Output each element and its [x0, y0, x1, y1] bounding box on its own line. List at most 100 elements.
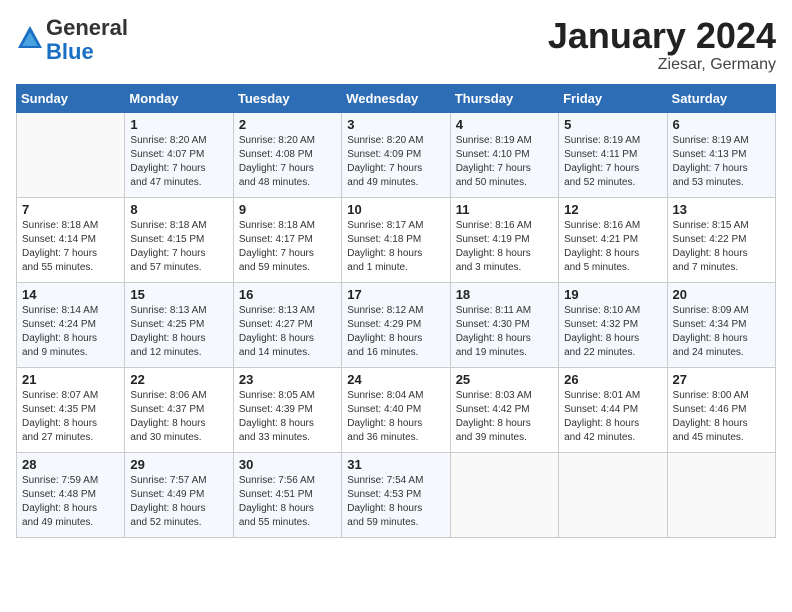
header-day-tuesday: Tuesday	[233, 84, 341, 112]
day-number: 22	[130, 372, 227, 387]
day-info: Sunrise: 8:18 AM Sunset: 4:17 PM Dayligh…	[239, 219, 336, 275]
day-info: Sunrise: 8:16 AM Sunset: 4:19 PM Dayligh…	[456, 219, 553, 275]
day-number: 20	[673, 287, 770, 302]
calendar-cell: 22 Sunrise: 8:06 AM Sunset: 4:37 PM Dayli…	[125, 367, 233, 452]
day-number: 2	[239, 117, 336, 132]
day-info: Sunrise: 8:20 AM Sunset: 4:07 PM Dayligh…	[130, 134, 227, 190]
day-info: Sunrise: 7:59 AM Sunset: 4:48 PM Dayligh…	[22, 474, 119, 530]
header-day-sunday: Sunday	[17, 84, 125, 112]
calendar-cell: 15 Sunrise: 8:13 AM Sunset: 4:25 PM Dayli…	[125, 282, 233, 367]
day-number: 11	[456, 202, 553, 217]
day-info: Sunrise: 8:04 AM Sunset: 4:40 PM Dayligh…	[347, 389, 444, 445]
calendar-table: SundayMondayTuesdayWednesdayThursdayFrid…	[16, 84, 776, 538]
header-day-friday: Friday	[559, 84, 667, 112]
day-number: 4	[456, 117, 553, 132]
calendar-cell: 5 Sunrise: 8:19 AM Sunset: 4:11 PM Daylig…	[559, 112, 667, 197]
day-number: 9	[239, 202, 336, 217]
logo-general-text: General	[46, 15, 128, 40]
day-number: 13	[673, 202, 770, 217]
day-number: 5	[564, 117, 661, 132]
calendar-cell: 26 Sunrise: 8:01 AM Sunset: 4:44 PM Dayli…	[559, 367, 667, 452]
calendar-cell: 1 Sunrise: 8:20 AM Sunset: 4:07 PM Daylig…	[125, 112, 233, 197]
day-number: 25	[456, 372, 553, 387]
day-info: Sunrise: 8:20 AM Sunset: 4:09 PM Dayligh…	[347, 134, 444, 190]
logo: General Blue	[16, 16, 128, 64]
day-info: Sunrise: 8:17 AM Sunset: 4:18 PM Dayligh…	[347, 219, 444, 275]
day-info: Sunrise: 8:06 AM Sunset: 4:37 PM Dayligh…	[130, 389, 227, 445]
day-number: 23	[239, 372, 336, 387]
calendar-cell: 2 Sunrise: 8:20 AM Sunset: 4:08 PM Daylig…	[233, 112, 341, 197]
day-number: 6	[673, 117, 770, 132]
day-info: Sunrise: 8:10 AM Sunset: 4:32 PM Dayligh…	[564, 304, 661, 360]
day-info: Sunrise: 8:16 AM Sunset: 4:21 PM Dayligh…	[564, 219, 661, 275]
week-row-2: 7Sunrise: 8:18 AM Sunset: 4:14 PM Daylig…	[17, 197, 776, 282]
calendar-header: SundayMondayTuesdayWednesdayThursdayFrid…	[17, 84, 776, 112]
day-info: Sunrise: 7:56 AM Sunset: 4:51 PM Dayligh…	[239, 474, 336, 530]
header-row: SundayMondayTuesdayWednesdayThursdayFrid…	[17, 84, 776, 112]
day-info: Sunrise: 7:57 AM Sunset: 4:49 PM Dayligh…	[130, 474, 227, 530]
day-info: Sunrise: 8:13 AM Sunset: 4:25 PM Dayligh…	[130, 304, 227, 360]
day-info: Sunrise: 8:05 AM Sunset: 4:39 PM Dayligh…	[239, 389, 336, 445]
day-number: 27	[673, 372, 770, 387]
day-number: 16	[239, 287, 336, 302]
calendar-cell: 7Sunrise: 8:18 AM Sunset: 4:14 PM Daylig…	[17, 197, 125, 282]
calendar-cell: 12 Sunrise: 8:16 AM Sunset: 4:21 PM Dayli…	[559, 197, 667, 282]
calendar-cell: 18 Sunrise: 8:11 AM Sunset: 4:30 PM Dayli…	[450, 282, 558, 367]
week-row-5: 28 Sunrise: 7:59 AM Sunset: 4:48 PM Dayli…	[17, 452, 776, 537]
calendar-cell: 16 Sunrise: 8:13 AM Sunset: 4:27 PM Dayli…	[233, 282, 341, 367]
day-info: Sunrise: 8:12 AM Sunset: 4:29 PM Dayligh…	[347, 304, 444, 360]
page-header: General Blue January 2024 Ziesar, German…	[16, 16, 776, 74]
day-info: Sunrise: 7:54 AM Sunset: 4:53 PM Dayligh…	[347, 474, 444, 530]
day-number: 3	[347, 117, 444, 132]
logo-blue-text: Blue	[46, 39, 94, 64]
calendar-cell: 9 Sunrise: 8:18 AM Sunset: 4:17 PM Daylig…	[233, 197, 341, 282]
calendar-cell: 13 Sunrise: 8:15 AM Sunset: 4:22 PM Dayli…	[667, 197, 775, 282]
day-info: Sunrise: 8:19 AM Sunset: 4:13 PM Dayligh…	[673, 134, 770, 190]
calendar-cell: 14Sunrise: 8:14 AM Sunset: 4:24 PM Dayli…	[17, 282, 125, 367]
day-number: 24	[347, 372, 444, 387]
calendar-cell: 28 Sunrise: 7:59 AM Sunset: 4:48 PM Dayli…	[17, 452, 125, 537]
calendar-cell: 19 Sunrise: 8:10 AM Sunset: 4:32 PM Dayli…	[559, 282, 667, 367]
calendar-cell	[17, 112, 125, 197]
title-block: January 2024 Ziesar, Germany	[548, 16, 776, 74]
calendar-cell: 20 Sunrise: 8:09 AM Sunset: 4:34 PM Dayli…	[667, 282, 775, 367]
calendar-cell: 24 Sunrise: 8:04 AM Sunset: 4:40 PM Dayli…	[342, 367, 450, 452]
calendar-cell	[667, 452, 775, 537]
week-row-1: 1 Sunrise: 8:20 AM Sunset: 4:07 PM Daylig…	[17, 112, 776, 197]
calendar-cell: 4Sunrise: 8:19 AM Sunset: 4:10 PM Daylig…	[450, 112, 558, 197]
day-info: Sunrise: 8:20 AM Sunset: 4:08 PM Dayligh…	[239, 134, 336, 190]
calendar-cell: 23 Sunrise: 8:05 AM Sunset: 4:39 PM Dayli…	[233, 367, 341, 452]
header-day-thursday: Thursday	[450, 84, 558, 112]
day-number: 28	[22, 457, 119, 472]
day-number: 26	[564, 372, 661, 387]
calendar-cell	[559, 452, 667, 537]
header-day-wednesday: Wednesday	[342, 84, 450, 112]
day-info: Sunrise: 8:18 AM Sunset: 4:14 PM Dayligh…	[22, 219, 119, 275]
header-day-monday: Monday	[125, 84, 233, 112]
day-number: 15	[130, 287, 227, 302]
day-info: Sunrise: 8:00 AM Sunset: 4:46 PM Dayligh…	[673, 389, 770, 445]
calendar-cell: 6 Sunrise: 8:19 AM Sunset: 4:13 PM Daylig…	[667, 112, 775, 197]
day-number: 19	[564, 287, 661, 302]
month-title: January 2024	[548, 16, 776, 56]
day-info: Sunrise: 8:18 AM Sunset: 4:15 PM Dayligh…	[130, 219, 227, 275]
calendar-cell	[450, 452, 558, 537]
calendar-body: 1 Sunrise: 8:20 AM Sunset: 4:07 PM Daylig…	[17, 112, 776, 537]
day-info: Sunrise: 8:07 AM Sunset: 4:35 PM Dayligh…	[22, 389, 119, 445]
day-number: 31	[347, 457, 444, 472]
day-info: Sunrise: 8:01 AM Sunset: 4:44 PM Dayligh…	[564, 389, 661, 445]
day-number: 18	[456, 287, 553, 302]
calendar-cell: 29Sunrise: 7:57 AM Sunset: 4:49 PM Dayli…	[125, 452, 233, 537]
day-info: Sunrise: 8:13 AM Sunset: 4:27 PM Dayligh…	[239, 304, 336, 360]
header-day-saturday: Saturday	[667, 84, 775, 112]
logo-icon	[16, 24, 44, 52]
day-info: Sunrise: 8:19 AM Sunset: 4:11 PM Dayligh…	[564, 134, 661, 190]
day-number: 12	[564, 202, 661, 217]
day-info: Sunrise: 8:15 AM Sunset: 4:22 PM Dayligh…	[673, 219, 770, 275]
day-info: Sunrise: 8:09 AM Sunset: 4:34 PM Dayligh…	[673, 304, 770, 360]
day-number: 1	[130, 117, 227, 132]
week-row-3: 14Sunrise: 8:14 AM Sunset: 4:24 PM Dayli…	[17, 282, 776, 367]
calendar-cell: 10Sunrise: 8:17 AM Sunset: 4:18 PM Dayli…	[342, 197, 450, 282]
calendar-cell: 11 Sunrise: 8:16 AM Sunset: 4:19 PM Dayli…	[450, 197, 558, 282]
day-info: Sunrise: 8:11 AM Sunset: 4:30 PM Dayligh…	[456, 304, 553, 360]
